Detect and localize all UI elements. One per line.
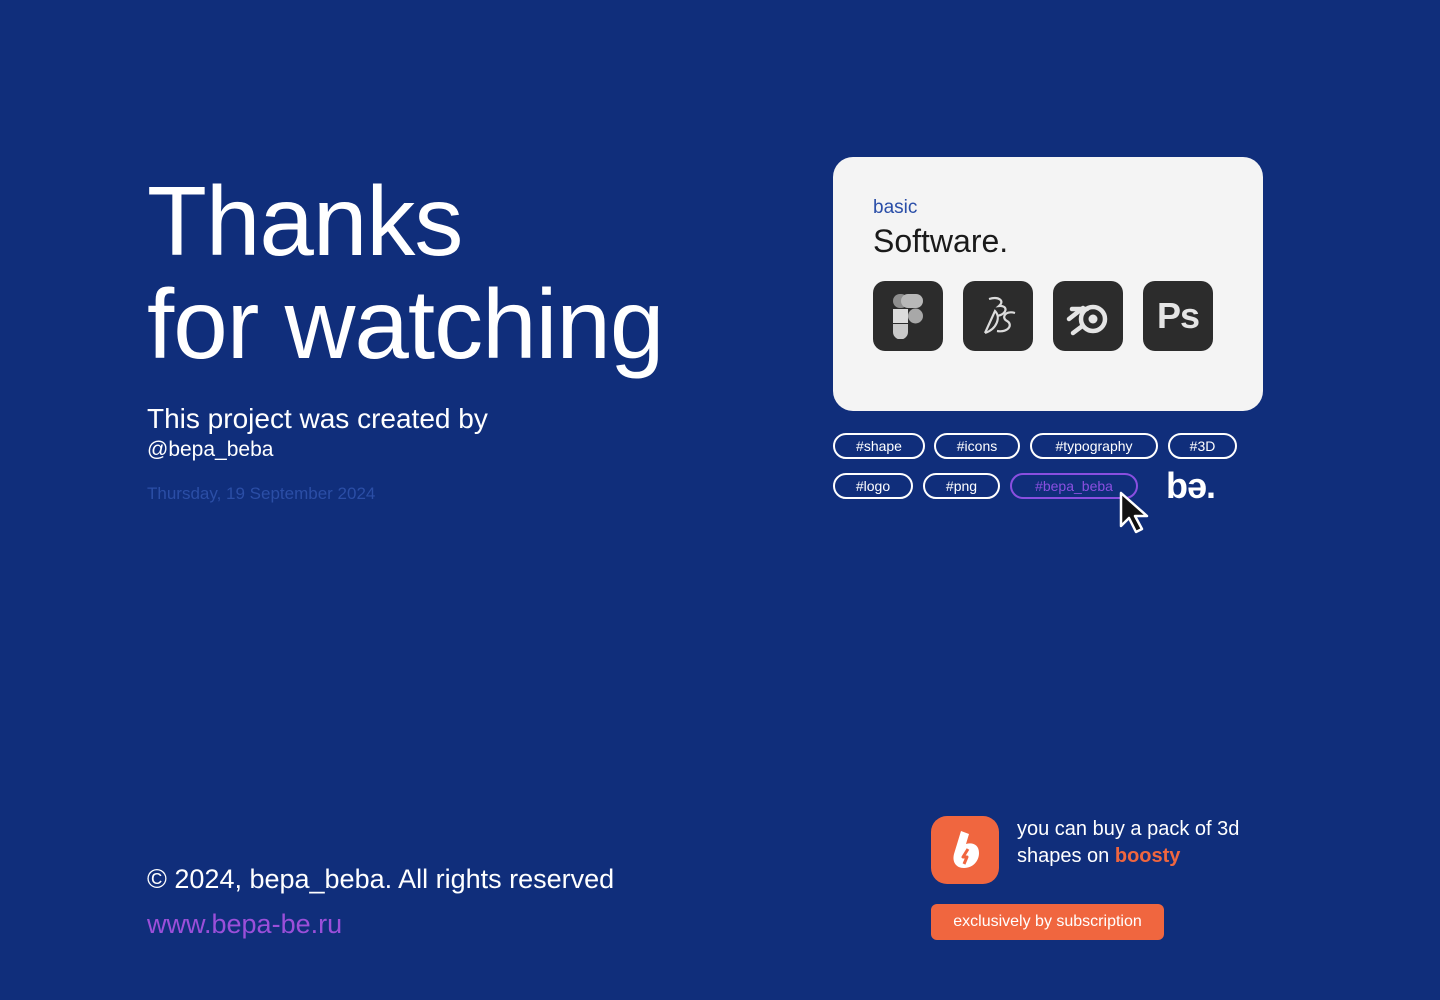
boosty-link[interactable]: boosty xyxy=(1115,845,1181,867)
project-date: Thursday, 19 September 2024 xyxy=(147,484,376,503)
software-card: basic Software. Ps xyxy=(833,157,1263,411)
tag-logo[interactable]: #logo xyxy=(833,473,913,499)
card-title: Software. xyxy=(873,223,1009,259)
be-logo: bə. xyxy=(1166,465,1216,506)
tag-shape[interactable]: #shape xyxy=(833,433,925,459)
tag-icons[interactable]: #icons xyxy=(934,433,1020,459)
boosty-logo-icon xyxy=(953,831,979,868)
card-label: basic xyxy=(873,197,918,218)
photoshop-icon: Ps xyxy=(1156,295,1200,336)
boosty-icon[interactable] xyxy=(931,816,999,884)
promo-line-1: you can buy a pack of 3d xyxy=(1017,818,1240,840)
promo-text: you can buy a pack of 3d shapes on boost… xyxy=(1017,816,1239,870)
blender-tool[interactable] xyxy=(1053,281,1123,351)
3ds-tool[interactable] xyxy=(963,281,1033,351)
photoshop-tool[interactable]: Ps xyxy=(1143,281,1213,351)
hero-title-line-2: for watching xyxy=(147,269,664,379)
website-link[interactable]: www.bepa-be.ru xyxy=(147,907,342,941)
blender-icon xyxy=(1066,304,1108,336)
author-handle: @bepa_beba xyxy=(147,438,274,461)
tag-typography[interactable]: #typography xyxy=(1030,433,1158,459)
promo-line-2-prefix: shapes on xyxy=(1017,845,1115,867)
subscription-button[interactable]: exclusively by subscription xyxy=(931,904,1164,940)
promo-line-2: shapes on boosty xyxy=(1017,843,1239,870)
tag-3d[interactable]: #3D xyxy=(1168,433,1237,459)
figma-tool[interactable] xyxy=(873,281,943,351)
created-by-text: This project was created by xyxy=(147,403,488,434)
hero-title: Thanks for watching xyxy=(147,166,664,379)
3ds-icon xyxy=(983,297,1016,335)
cursor-pointer-icon xyxy=(1119,491,1149,534)
figma-icon xyxy=(893,294,923,339)
copyright-text: © 2024, bepa_beba. All rights reserved xyxy=(147,864,615,894)
tag-png[interactable]: #png xyxy=(923,473,1000,499)
hero-title-line-1: Thanks xyxy=(147,166,463,276)
